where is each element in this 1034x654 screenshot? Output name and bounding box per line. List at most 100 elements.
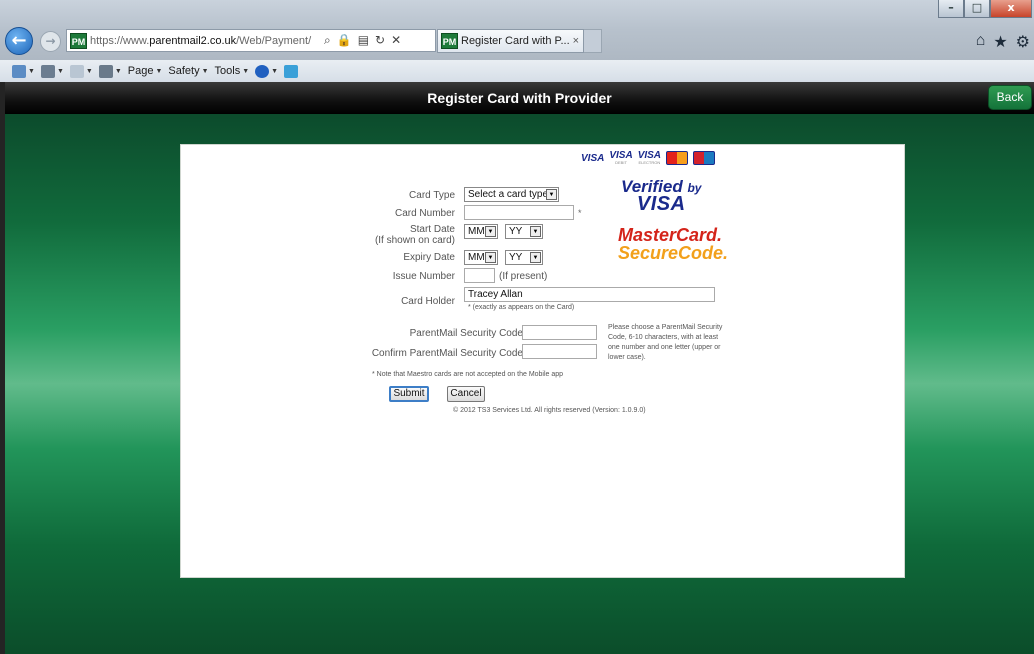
menu-tools[interactable]: Tools ▼ [215, 65, 250, 77]
chevron-down-icon: ▼ [546, 189, 557, 200]
vbv-by: by [687, 181, 702, 195]
back-button[interactable]: Back [988, 85, 1032, 110]
expiry-year-value: YY [509, 252, 523, 263]
research-icon [284, 64, 299, 78]
menu-page[interactable]: Page ▼ [128, 65, 163, 77]
card-holder-label: Card Holder [401, 296, 455, 307]
lock-icon[interactable]: 🔒 [337, 33, 352, 48]
card-number-label: Card Number [394, 208, 455, 219]
security-code-label: ParentMail Security Code [409, 328, 523, 339]
cancel-button[interactable]: Cancel [447, 386, 485, 402]
card-number-input[interactable] [464, 205, 574, 220]
browser-back-button[interactable]: ← [5, 27, 33, 55]
home-icon[interactable]: ⌂ [976, 32, 986, 52]
help-menu[interactable]: ▼ [255, 64, 278, 78]
expiry-date-label: Expiry Date [403, 252, 455, 263]
maestro-note: * Note that Maestro cards are not accept… [372, 371, 564, 378]
address-tools: ⌕ 🔒 ▤ ↻ ✕ [324, 33, 401, 48]
card-holder-input[interactable]: Tracey Allan [464, 287, 715, 302]
browser-right-icons: ⌂ ★ ⚙ [976, 32, 1030, 52]
restore-button[interactable]: □ [964, 0, 990, 18]
start-year-value: YY [509, 226, 523, 237]
menu-safety-label: Safety [168, 65, 200, 77]
browser-titlebar: – □ x ← → PM https://www.parentmail2.co.… [0, 0, 1034, 60]
card-holder-note: * (exactly as appears on the Card) [468, 304, 575, 311]
browser-forward-button[interactable]: → [40, 31, 61, 52]
url-text[interactable]: https://www.parentmail2.co.uk/Web/Paymen… [90, 35, 320, 47]
copyright: © 2012 TS3 Services Ltd. All rights rese… [453, 407, 646, 414]
print-icon [98, 64, 113, 78]
url-path: /Web/Payment/ [236, 34, 312, 47]
menu-tools-label: Tools [214, 65, 241, 77]
favorites-icon[interactable]: ★ [993, 32, 1007, 52]
chevron-down-icon: ▼ [530, 226, 541, 237]
command-bar: ▼ ▼ ▼ ▼ Page ▼ Safety ▼ Tools ▼ ▼ [0, 60, 1034, 82]
cmd-print[interactable]: ▼ [98, 64, 122, 78]
maestro-logo [693, 151, 716, 165]
card-type-label: Card Type [409, 190, 455, 201]
cmd-feeds[interactable]: ▼ [40, 64, 64, 78]
issue-number-input[interactable] [464, 268, 495, 283]
cmd-mail[interactable]: ▼ [69, 64, 93, 78]
register-card-panel: VISA VISA DEBIT VISA ELECTRON Verified by … [180, 144, 905, 578]
accepted-cards: VISA VISA DEBIT VISA ELECTRON [581, 150, 716, 166]
mastercard-logo [666, 151, 689, 165]
home-icon [12, 64, 26, 78]
start-date-sub: (If shown on card) [374, 235, 455, 246]
minimize-button[interactable]: – [938, 0, 964, 18]
search-dropdown-icon[interactable]: ⌕ [324, 33, 331, 48]
tab-close-icon[interactable]: × [573, 35, 579, 47]
required-mark: * [578, 208, 582, 218]
verified-by-visa-logo: Verified by VISA [621, 177, 701, 216]
visa-logo: VISA [581, 152, 605, 164]
start-month-value: MM [468, 226, 485, 237]
mastercard-securecode-logo: MasterCard. SecureCode. [618, 225, 728, 264]
expiry-year-select[interactable]: YY ▼ [505, 250, 543, 265]
menu-safety[interactable]: Safety ▼ [168, 65, 208, 77]
refresh-icon[interactable]: ↻ [375, 33, 385, 48]
address-bar[interactable]: PM https://www.parentmail2.co.uk/Web/Pay… [66, 29, 436, 52]
tab-title: Register Card with P... [461, 35, 570, 47]
visa-debit-logo: VISA DEBIT [609, 150, 633, 166]
chevron-down-icon: ▼ [530, 252, 541, 263]
help-icon [255, 64, 270, 78]
security-code-help: Please choose a ParentMail Security Code… [608, 324, 723, 361]
feeds-icon [40, 64, 55, 78]
cmd-home[interactable]: ▼ [12, 64, 35, 78]
card-type-value: Select a card type [468, 189, 549, 200]
expiry-month-select[interactable]: MM ▼ [464, 250, 498, 265]
site-favicon: PM [70, 32, 87, 49]
expiry-month-value: MM [468, 252, 485, 263]
menu-page-label: Page [127, 65, 154, 77]
browser-tab-active[interactable]: PM Register Card with P... × [437, 29, 584, 53]
compat-view-icon[interactable]: ▤ [358, 33, 369, 48]
visa-debit-sub: DEBIT [615, 160, 627, 165]
confirm-code-input[interactable] [522, 344, 597, 359]
mail-icon [69, 64, 84, 78]
card-type-select[interactable]: Select a card type ▼ [464, 187, 559, 202]
confirm-code-label: Confirm ParentMail Security Code [371, 348, 523, 359]
page-title: Register Card with Provider [427, 90, 612, 106]
chevron-down-icon: ▼ [485, 226, 496, 237]
start-date-label: Start Date [409, 224, 455, 235]
issue-number-hint: (If present) [499, 271, 548, 282]
url-domain: parentmail2.co.uk [149, 34, 237, 47]
start-year-select[interactable]: YY ▼ [505, 224, 543, 239]
issue-number-label: Issue Number [392, 271, 455, 282]
settings-icon[interactable]: ⚙ [1016, 32, 1030, 52]
visa-debit-text: VISA [609, 150, 633, 161]
app-header: Register Card with Provider Back [5, 82, 1034, 114]
window-controls: – □ x [938, 0, 1032, 18]
security-code-input[interactable] [522, 325, 597, 340]
submit-button[interactable]: Submit [389, 386, 429, 402]
close-window-button[interactable]: x [990, 0, 1032, 18]
visa-electron-text: VISA [637, 150, 662, 161]
chevron-down-icon: ▼ [485, 252, 496, 263]
start-month-select[interactable]: MM ▼ [464, 224, 498, 239]
research-button[interactable] [284, 64, 299, 78]
visa-electron-logo: VISA ELECTRON [637, 150, 662, 166]
url-prefix: https://www. [90, 34, 150, 47]
visa-electron-sub: ELECTRON [638, 160, 661, 165]
new-tab-button[interactable] [584, 29, 602, 53]
stop-icon[interactable]: ✕ [391, 33, 401, 48]
